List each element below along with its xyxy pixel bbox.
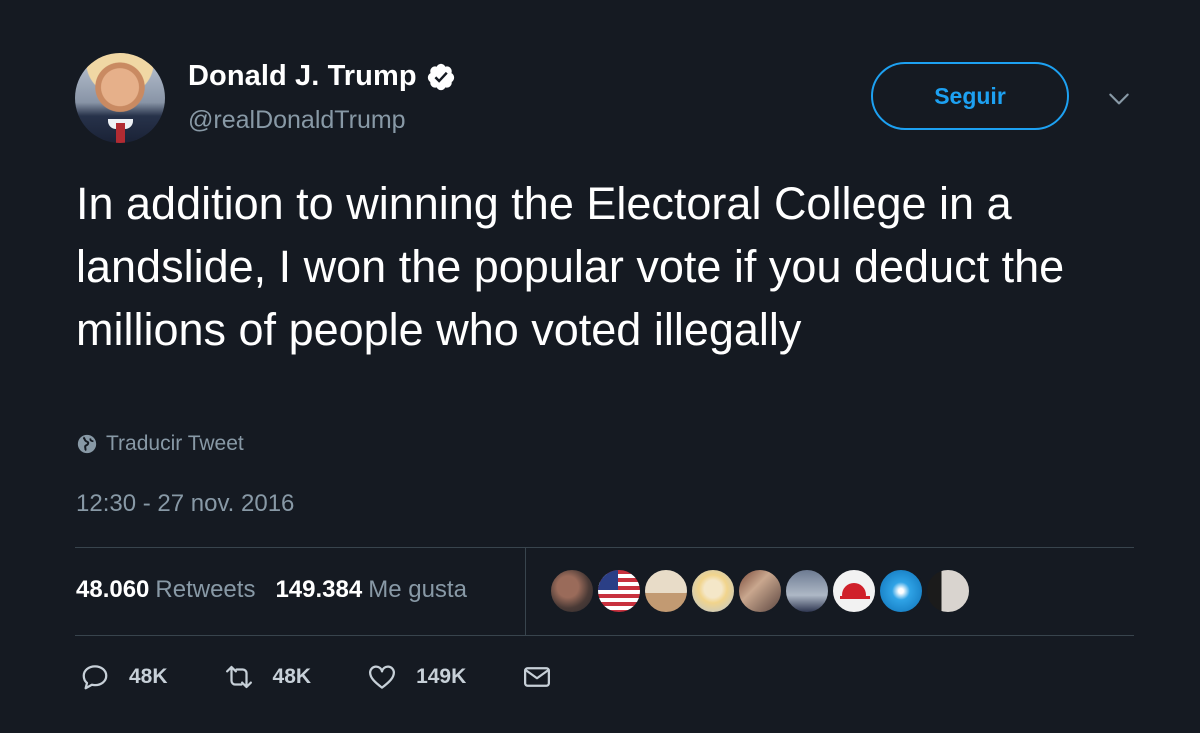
like-count: 149K — [416, 665, 467, 688]
author-avatar[interactable] — [75, 53, 165, 143]
liker-avatar-4[interactable] — [690, 568, 736, 614]
divider-top — [75, 547, 1134, 548]
heart-icon — [369, 665, 396, 689]
likes-label: Me gusta — [368, 576, 467, 603]
author-name-row: Donald J. Trump — [188, 60, 456, 93]
retweets-stat[interactable]: 48.060 Retweets — [76, 576, 255, 604]
likes-count: 149.384 — [275, 576, 363, 603]
chevron-down-icon[interactable] — [1106, 86, 1132, 112]
liker-avatar-9[interactable] — [925, 568, 971, 614]
divider-bottom — [75, 635, 1134, 636]
reply-count: 48K — [129, 665, 168, 688]
liker-avatar-5[interactable] — [737, 568, 783, 614]
likes-stat[interactable]: 149.384 Me gusta — [275, 576, 466, 604]
mail-icon[interactable] — [522, 662, 552, 692]
liker-avatar-6[interactable] — [784, 568, 830, 614]
reply-button[interactable]: 48K — [80, 662, 168, 692]
liker-avatar-8[interactable] — [878, 568, 924, 614]
tweet-card: Donald J. Trump @realDonaldTrump Seguir … — [0, 0, 1200, 733]
author-display-name[interactable]: Donald J. Trump — [188, 60, 417, 93]
reply-icon — [82, 665, 108, 690]
liker-avatar-usa-flag[interactable] — [596, 568, 642, 614]
liker-avatars — [549, 568, 972, 614]
retweet-icon — [225, 665, 252, 689]
tweet-timestamp[interactable]: 12:30 - 27 nov. 2016 — [76, 490, 294, 518]
tweet-actions: 48K 48K 149K — [80, 662, 552, 692]
avatar-tie — [116, 123, 125, 143]
tweet-stats: 48.060 Retweets 149.384 Me gusta — [76, 576, 487, 604]
globe-icon — [77, 434, 97, 454]
liker-avatar-red-cap[interactable] — [831, 568, 877, 614]
translate-tweet-link[interactable]: Traducir Tweet — [76, 432, 244, 456]
retweets-label: Retweets — [155, 576, 256, 603]
stats-vertical-divider — [525, 547, 526, 635]
follow-button[interactable]: Seguir — [871, 62, 1069, 130]
retweet-count: 48K — [272, 665, 312, 688]
verified-badge-icon — [427, 63, 454, 90]
tweet-text: In addition to winning the Electoral Col… — [76, 178, 1065, 355]
like-button[interactable]: 149K — [367, 662, 466, 692]
retweets-count: 48.060 — [76, 576, 150, 603]
author-handle[interactable]: @realDonaldTrump — [188, 106, 406, 135]
liker-avatar-1[interactable] — [549, 568, 595, 614]
liker-avatar-3[interactable] — [643, 568, 689, 614]
translate-label: Traducir Tweet — [106, 432, 244, 455]
retweet-button[interactable]: 48K — [224, 662, 312, 692]
